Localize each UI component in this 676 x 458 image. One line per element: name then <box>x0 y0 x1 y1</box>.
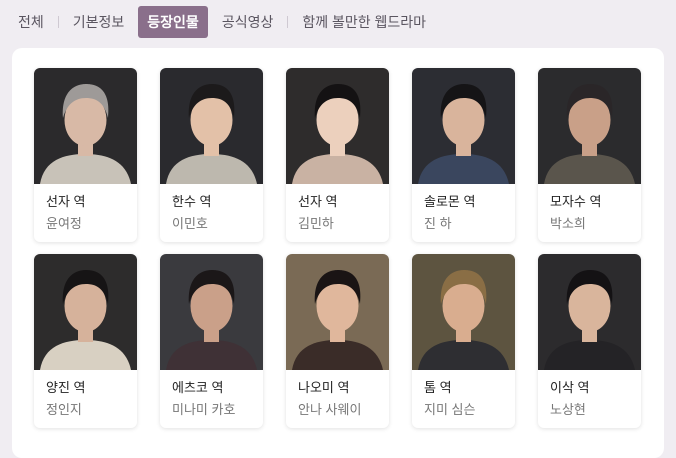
cast-card[interactable]: 모자수 역박소희 <box>538 68 641 242</box>
actor-name: 진 하 <box>424 216 452 231</box>
cast-info: 톰 역지미 심슨 <box>412 370 515 420</box>
cast-info: 한수 역이민호 <box>160 184 263 234</box>
cast-photo[interactable] <box>34 68 137 184</box>
cast-photo[interactable] <box>538 254 641 370</box>
tab-official-videos[interactable]: 공식영상 <box>214 7 282 37</box>
actor-name: 윤여정 <box>46 216 82 231</box>
actor-name: 미나미 카호 <box>172 402 236 417</box>
actor-name: 안나 사웨이 <box>298 402 362 417</box>
tab-divider <box>287 16 289 28</box>
cast-info: 양진 역정인지 <box>34 370 137 420</box>
cast-info: 선자 역윤여정 <box>34 184 137 234</box>
character-name: 나오미 역 <box>298 380 350 395</box>
cast-info: 선자 역김민하 <box>286 184 389 234</box>
cast-card[interactable]: 에츠코 역미나미 카호 <box>160 254 263 428</box>
cast-info: 나오미 역안나 사웨이 <box>286 370 389 420</box>
cast-info: 에츠코 역미나미 카호 <box>160 370 263 420</box>
tab-related-webdramas[interactable]: 함께 볼만한 웹드라마 <box>294 7 434 37</box>
cast-info: 솔로몬 역진 하 <box>412 184 515 234</box>
character-name: 솔로몬 역 <box>424 194 476 209</box>
tab-characters[interactable]: 등장인물 <box>138 6 208 38</box>
cast-photo[interactable] <box>286 68 389 184</box>
cast-card[interactable]: 솔로몬 역진 하 <box>412 68 515 242</box>
cast-photo[interactable] <box>412 254 515 370</box>
character-name: 선자 역 <box>298 194 338 209</box>
actor-name: 김민하 <box>298 216 334 231</box>
character-name: 이삭 역 <box>550 380 590 395</box>
cast-grid: 선자 역윤여정 한수 역이민호 선자 역김민하 솔로몬 역진 하 모자수 역박소희양진 … <box>34 68 641 428</box>
cast-card[interactable]: 이삭 역노상현 <box>538 254 641 428</box>
cast-photo[interactable] <box>412 68 515 184</box>
cast-photo[interactable] <box>286 254 389 370</box>
cast-card[interactable]: 선자 역윤여정 <box>34 68 137 242</box>
tab-basic-info[interactable]: 기본정보 <box>65 7 133 37</box>
cast-photo[interactable] <box>160 254 263 370</box>
cast-card[interactable]: 톰 역지미 심슨 <box>412 254 515 428</box>
character-name: 선자 역 <box>46 194 86 209</box>
tab-divider <box>57 16 59 28</box>
cast-card[interactable]: 나오미 역안나 사웨이 <box>286 254 389 428</box>
actor-name: 지미 심슨 <box>424 402 476 417</box>
cast-card[interactable]: 선자 역김민하 <box>286 68 389 242</box>
character-name: 톰 역 <box>424 380 452 395</box>
actor-name: 이민호 <box>172 216 208 231</box>
tab-all[interactable]: 전체 <box>10 7 52 37</box>
cast-photo[interactable] <box>160 68 263 184</box>
actor-name: 정인지 <box>46 402 82 417</box>
cast-info: 이삭 역노상현 <box>538 370 641 420</box>
actor-name: 박소희 <box>550 216 586 231</box>
cast-card[interactable]: 양진 역정인지 <box>34 254 137 428</box>
tab-bar: 전체 기본정보 등장인물 공식영상 함께 볼만한 웹드라마 <box>0 0 676 44</box>
character-name: 한수 역 <box>172 194 212 209</box>
cast-photo[interactable] <box>538 68 641 184</box>
cast-photo[interactable] <box>34 254 137 370</box>
cast-info: 모자수 역박소희 <box>538 184 641 234</box>
character-name: 양진 역 <box>46 380 86 395</box>
cast-card[interactable]: 한수 역이민호 <box>160 68 263 242</box>
cast-panel: 선자 역윤여정 한수 역이민호 선자 역김민하 솔로몬 역진 하 모자수 역박소희양진 … <box>12 48 664 458</box>
actor-name: 노상현 <box>550 402 586 417</box>
character-name: 모자수 역 <box>550 194 602 209</box>
character-name: 에츠코 역 <box>172 380 224 395</box>
